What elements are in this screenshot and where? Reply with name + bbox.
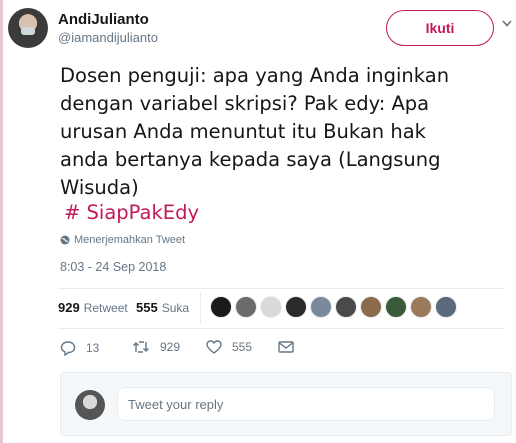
chevron-down-icon[interactable] <box>502 16 512 30</box>
action-bar: 13 929 555 <box>60 340 360 362</box>
tweet-line: anda bertanya kepada saya (Langsung <box>60 148 441 171</box>
liker-avatar[interactable] <box>310 296 332 318</box>
avatar[interactable] <box>8 8 48 48</box>
retweet-icon <box>133 341 149 353</box>
liker-avatar[interactable] <box>410 296 432 318</box>
liker-avatar[interactable] <box>435 296 457 318</box>
translate-link[interactable]: Menerjemahkan Tweet <box>60 234 185 246</box>
tweet-header: AndiJulianto @iamandijulianto Ikuti <box>8 8 512 48</box>
tweet-line: urusan Anda menuntut itu Bukan hak <box>60 120 426 143</box>
likes-stat[interactable]: 555 Suka <box>136 300 189 315</box>
reply-icon <box>60 341 76 356</box>
thread-rule <box>0 0 3 443</box>
tweet-line: dengan variabel skripsi? Pak edy: Apa <box>60 92 430 115</box>
liker-avatar[interactable] <box>335 296 357 318</box>
reply-button[interactable]: 13 <box>60 340 99 356</box>
reply-input[interactable] <box>117 387 495 421</box>
avatar <box>75 390 105 420</box>
hashtag-link[interactable]: # SiapPakEdy <box>64 201 199 224</box>
follow-button[interactable]: Ikuti <box>386 10 494 46</box>
liker-avatar[interactable] <box>210 296 232 318</box>
liker-avatars <box>210 296 460 320</box>
liker-avatar[interactable] <box>260 296 282 318</box>
engagement-stats: 929 Retweet 555 Suka <box>58 288 504 328</box>
heart-icon <box>206 340 222 354</box>
translate-label: Menerjemahkan Tweet <box>74 234 186 246</box>
divider <box>58 328 504 329</box>
like-count: 555 <box>232 340 253 354</box>
message-button[interactable] <box>278 340 304 354</box>
retweets-label: Retweet <box>83 301 128 315</box>
globe-icon <box>60 235 70 245</box>
retweets-stat[interactable]: 929 Retweet <box>58 300 128 315</box>
envelope-icon <box>278 341 294 353</box>
retweet-count: 929 <box>160 340 181 354</box>
liker-avatar[interactable] <box>235 296 257 318</box>
liker-avatar[interactable] <box>285 296 307 318</box>
author-display-name[interactable]: AndiJulianto <box>58 11 149 28</box>
tweet-text: Dosen penguji: apa yang Anda inginkan de… <box>60 62 500 202</box>
retweets-count: 929 <box>58 300 80 315</box>
reply-composer <box>60 372 512 436</box>
retweet-button[interactable]: 929 <box>132 340 180 354</box>
likes-count: 555 <box>136 300 158 315</box>
reply-count: 13 <box>86 341 100 355</box>
like-button[interactable]: 555 <box>206 340 252 354</box>
tweet-line: Wisuda) <box>60 176 139 199</box>
liker-avatar[interactable] <box>385 296 407 318</box>
author-handle[interactable]: @iamandijulianto <box>58 30 158 45</box>
tweet-line: Dosen penguji: apa yang Anda inginkan <box>60 64 450 87</box>
liker-avatar[interactable] <box>360 296 382 318</box>
likes-label: Suka <box>161 301 190 315</box>
tweet-timestamp[interactable]: 8:03 - 24 Sep 2018 <box>60 260 166 274</box>
divider <box>200 292 201 324</box>
